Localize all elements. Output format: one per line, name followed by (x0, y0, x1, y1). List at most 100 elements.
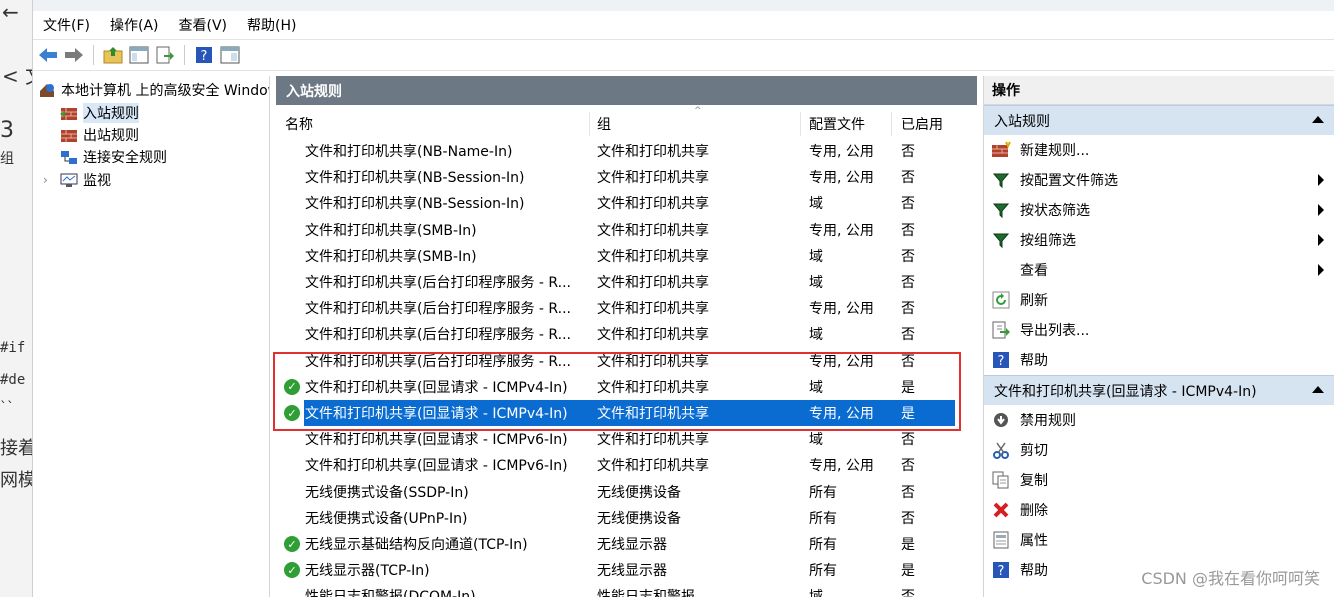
tree-item-inbound-rules[interactable]: 入站规则 (59, 102, 139, 124)
menu-help[interactable]: 帮助(H) (247, 15, 296, 35)
cell-enabled: 否 (901, 170, 915, 187)
forward-icon[interactable] (63, 44, 85, 66)
table-row[interactable]: 文件和打印机共享(SMB-In) 文件和打印机共享 专用, 公用 否 (276, 217, 956, 243)
cell-enabled: 是 (901, 537, 915, 553)
cell-group: 文件和打印机共享 (597, 275, 709, 291)
action-item[interactable]: 按状态筛选 (984, 195, 1334, 225)
table-row[interactable]: 文件和打印机共享(回显请求 - ICMPv6-In) 文件和打印机共享 域 否 (276, 426, 956, 452)
vertical-scrollbar[interactable] (955, 105, 975, 597)
table-row[interactable]: 文件和打印机共享(后台打印程序服务 - R... 文件和打印机共享 专用, 公用 否 (276, 348, 956, 374)
column-divider[interactable] (589, 112, 590, 136)
svg-text:?: ? (998, 564, 1005, 579)
cell-profile: 域 (809, 248, 823, 265)
cell-group: 文件和打印机共享 (597, 458, 709, 475)
table-row[interactable]: 文件和打印机共享(后台打印程序服务 - R... 文件和打印机共享 域 否 (276, 269, 956, 295)
table-row[interactable]: 无线便携式设备(UPnP-In) 无线便携设备 所有 否 (276, 505, 956, 531)
action-item[interactable]: 删除 (984, 495, 1334, 525)
column-divider[interactable] (891, 112, 892, 136)
table-row[interactable]: 文件和打印机共享(后台打印程序服务 - R... 文件和打印机共享 专用, 公用 否 (276, 295, 956, 321)
export-icon (990, 320, 1012, 340)
cell-name: 无线便携式设备(UPnP-In) (305, 510, 468, 527)
rules-list-pane: 入站规则 ^ 名称 组 配置文件 已启用 文件和打印机共享(NB-Name-In… (276, 76, 977, 597)
column-divider[interactable] (800, 112, 801, 136)
cell-profile: 域 (809, 432, 823, 449)
column-header-name[interactable]: 名称 (285, 112, 313, 136)
bg-snippet: < 文 (2, 64, 32, 88)
tree-item-connection-security[interactable]: 连接安全规则 (59, 146, 167, 168)
table-row[interactable]: 文件和打印机共享(后台打印程序服务 - R... 文件和打印机共享 域 否 (276, 321, 956, 347)
tree-item-monitoring[interactable]: › 监视 (43, 169, 111, 191)
cell-profile: 专用, 公用 (809, 144, 874, 160)
help-icon: ? (990, 350, 1012, 370)
menu-action[interactable]: 操作(A) (110, 15, 159, 35)
back-icon[interactable] (37, 44, 59, 66)
table-row[interactable]: 文件和打印机共享(SMB-In) 文件和打印机共享 域 否 (276, 243, 956, 269)
table-row[interactable]: 文件和打印机共享(NB-Session-In) 文件和打印机共享 域 否 (276, 190, 956, 216)
table-row[interactable]: 文件和打印机共享(回显请求 - ICMPv6-In) 文件和打印机共享 专用, 公用… (276, 452, 956, 478)
svg-text:?: ? (998, 354, 1005, 369)
bg-snippet: #de (0, 372, 26, 388)
export-icon[interactable] (154, 44, 176, 66)
menu-bar: 文件(F) 操作(A) 查看(V) 帮助(H) (33, 11, 1334, 39)
section-title: 入站规则 (994, 113, 1050, 130)
cell-profile: 专用, 公用 (809, 301, 874, 318)
pane-title: 入站规则 (276, 76, 977, 105)
action-item[interactable]: 属性 (984, 525, 1334, 555)
cell-name: 无线显示器(TCP-In) (305, 563, 430, 580)
action-item[interactable]: 查看 (984, 255, 1334, 285)
action-label: 按配置文件筛选 (1020, 173, 1118, 189)
action-item[interactable]: 剪切 (984, 435, 1334, 465)
column-header-enabled[interactable]: 已启用 (901, 112, 943, 136)
up-folder-icon[interactable] (102, 44, 124, 66)
cell-group: 无线便携设备 (597, 510, 681, 527)
cell-name: 性能日志和警报(DCOM-In) (305, 583, 587, 597)
cell-group: 性能日志和警报 (597, 583, 797, 597)
action-item[interactable]: 新建规则... (984, 135, 1334, 165)
cell-enabled: 否 (901, 510, 915, 527)
cell-group: 文件和打印机共享 (597, 406, 709, 422)
cell-group: 无线显示器 (597, 537, 667, 553)
properties-icon[interactable] (219, 44, 241, 66)
copy-icon (990, 470, 1012, 490)
help-icon[interactable]: ? (193, 44, 215, 66)
actions-section-inbound[interactable]: 入站规则 (984, 105, 1334, 135)
collapse-icon[interactable] (1312, 116, 1324, 123)
sort-indicator-icon: ^ (694, 106, 702, 116)
connection-security-icon (59, 149, 79, 165)
tree-item-outbound-rules[interactable]: 出站规则 (59, 124, 139, 146)
action-label: 复制 (1020, 473, 1048, 489)
table-row[interactable]: 性能日志和警报(DCOM-In) 性能日志和警报域否 (276, 583, 956, 597)
action-item[interactable]: 禁用规则 (984, 405, 1334, 435)
table-row[interactable]: ✓ 文件和打印机共享(回显请求 - ICMPv4-In) 文件和打印机共享 专用, 公… (276, 400, 956, 426)
show-hide-tree-icon[interactable] (128, 44, 150, 66)
collapse-icon[interactable] (1312, 386, 1324, 393)
cell-enabled: 否 (901, 432, 915, 449)
action-item[interactable]: 按组筛选 (984, 225, 1334, 255)
table-row[interactable]: ✓ 无线显示基础结构反向通道(TCP-In) 无线显示器 所有 是 (276, 531, 956, 557)
submenu-arrow-icon (1318, 264, 1324, 276)
action-label: 删除 (1020, 503, 1048, 519)
action-item[interactable]: 导出列表... (984, 315, 1334, 345)
bg-snippet: 接着 (0, 438, 33, 459)
column-header-group[interactable]: 组 (597, 112, 611, 136)
action-item[interactable]: 复制 (984, 465, 1334, 495)
expand-icon[interactable]: › (43, 173, 59, 187)
menu-view[interactable]: 查看(V) (179, 15, 228, 35)
table-row[interactable]: 无线便携式设备(SSDP-In) 无线便携设备 所有 否 (276, 479, 956, 505)
bg-snippet: `` (0, 400, 14, 416)
cell-profile: 所有 (809, 484, 837, 501)
action-item[interactable]: 按配置文件筛选 (984, 165, 1334, 195)
actions-section-selected-rule[interactable]: 文件和打印机共享(回显请求 - ICMPv4-In) (984, 375, 1334, 405)
cell-group: 文件和打印机共享 (597, 379, 709, 396)
table-row[interactable]: ✓ 无线显示器(TCP-In) 无线显示器 所有 是 (276, 557, 956, 583)
table-row[interactable]: 文件和打印机共享(NB-Name-In) 文件和打印机共享 专用, 公用 否 (276, 138, 956, 164)
table-row[interactable]: 文件和打印机共享(NB-Session-In) 文件和打印机共享 专用, 公用 否 (276, 164, 956, 190)
outbound-rules-icon (59, 127, 79, 143)
column-header-profile[interactable]: 配置文件 (809, 112, 865, 136)
toolbar-separator (93, 45, 94, 65)
table-row[interactable]: ✓ 文件和打印机共享(回显请求 - ICMPv4-In) 文件和打印机共享 域 是 (276, 374, 956, 400)
tree-root[interactable]: 本地计算机 上的高级安全 Windows Defender 防火墙 (37, 79, 269, 101)
menu-file[interactable]: 文件(F) (43, 15, 90, 35)
action-item[interactable]: ? 帮助 (984, 345, 1334, 375)
action-item[interactable]: 刷新 (984, 285, 1334, 315)
